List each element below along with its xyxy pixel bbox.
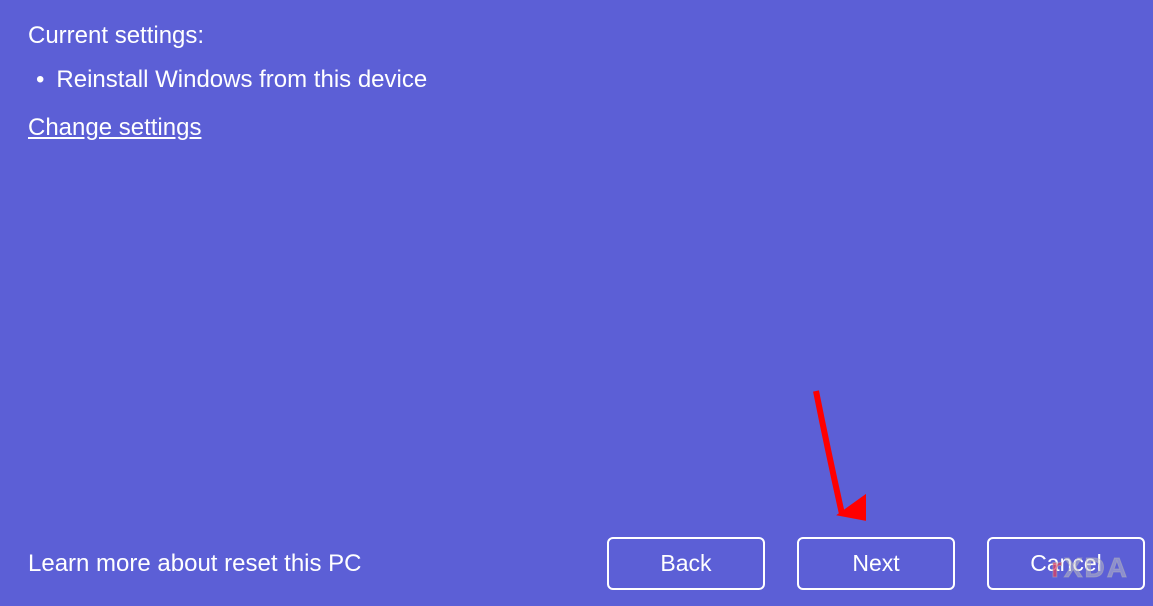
cancel-button[interactable]: Cancel xyxy=(987,537,1145,590)
next-button[interactable]: Next xyxy=(797,537,955,590)
settings-list-item: Reinstall Windows from this device xyxy=(28,66,1125,94)
main-content: Current settings: Reinstall Windows from… xyxy=(0,0,1153,164)
annotation-arrow-icon xyxy=(806,386,866,536)
button-group: Back Next Cancel xyxy=(607,537,1145,590)
bottom-bar: Learn more about reset this PC Back Next… xyxy=(28,537,1145,590)
learn-more-link[interactable]: Learn more about reset this PC xyxy=(28,550,362,578)
current-settings-heading: Current settings: xyxy=(28,22,1125,50)
change-settings-link[interactable]: Change settings xyxy=(28,114,201,142)
settings-list: Reinstall Windows from this device xyxy=(28,66,1125,94)
back-button[interactable]: Back xyxy=(607,537,765,590)
